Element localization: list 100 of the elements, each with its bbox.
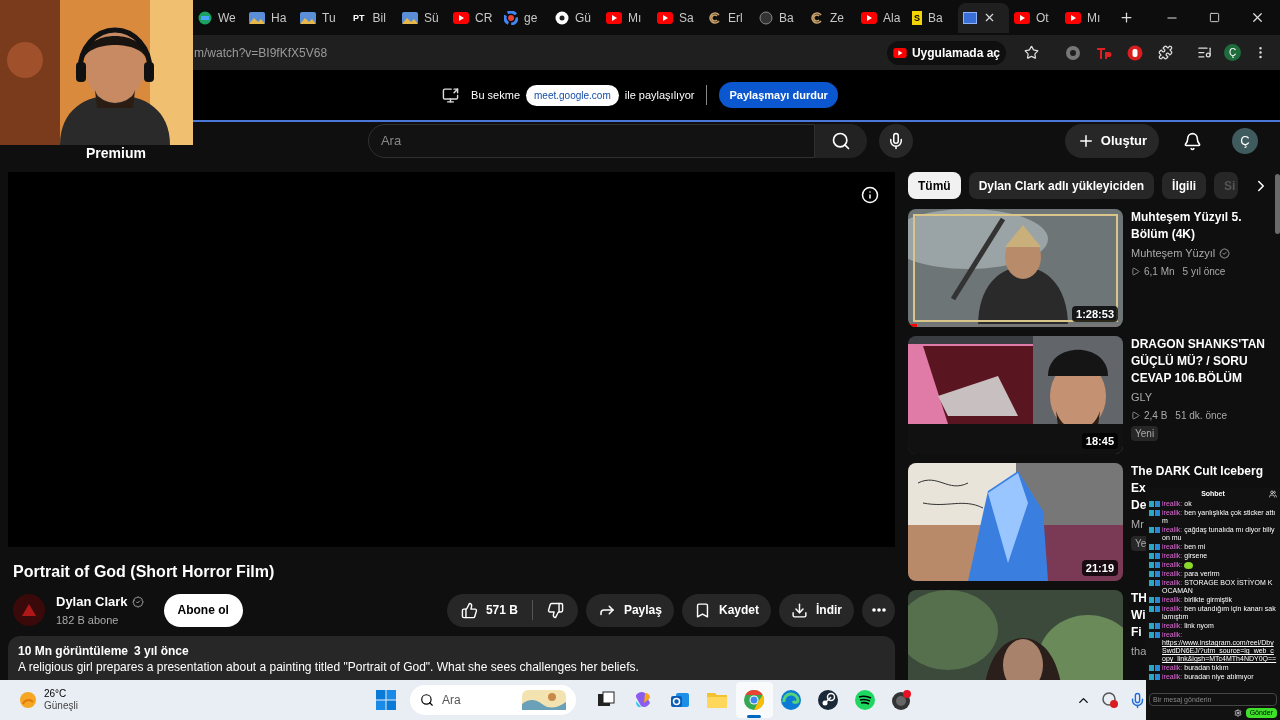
new-badge: Yeni (1131, 425, 1159, 441)
notifications-icon[interactable] (1183, 131, 1202, 151)
recommended-video-title[interactable]: CEVAP 106.BÖLÜM (1131, 370, 1242, 387)
channel-name[interactable]: Muhteşem Yüzyıl (1131, 245, 1216, 262)
channel-name[interactable]: Dylan Clark (56, 592, 128, 612)
recommended-video-title[interactable]: TH (1131, 590, 1147, 607)
search-icon (830, 131, 851, 151)
recommended-video-title[interactable]: De (1131, 497, 1147, 514)
recommended-video-title[interactable]: DRAGON SHANKS'TAN (1131, 336, 1265, 353)
recommended-video-title[interactable]: GÜÇLÜ MÜ? / SORU (1131, 353, 1248, 370)
user-badge-icon (1149, 553, 1160, 559)
user-badge-icon (1149, 665, 1160, 671)
channel-name[interactable]: GLY (1131, 389, 1153, 406)
browser-tab[interactable]: Erl (703, 2, 754, 33)
play-count-icon (1131, 410, 1140, 420)
recommended-video-title[interactable]: The DARK Cult Iceberg (1131, 463, 1263, 480)
subscribe-button[interactable]: Abone ol (163, 593, 243, 627)
open-in-app-button[interactable]: Uygulamada aç (886, 40, 1006, 65)
browser-tab[interactable]: Sa (652, 2, 703, 33)
video-play-icon (453, 11, 469, 24)
recommended-video-title[interactable]: Bölüm (4K) (1131, 226, 1195, 243)
media-control-icon[interactable] (1197, 45, 1212, 60)
recommended-video-title[interactable]: Wi (1131, 607, 1146, 624)
temperature: 26°C (44, 688, 68, 700)
sound-waves-icon (854, 689, 877, 711)
view-count: 2,4 B (1144, 408, 1168, 423)
settings-icon[interactable] (1233, 709, 1242, 717)
cloud-error-icon (1100, 691, 1119, 709)
browser-tab[interactable]: Ba (754, 2, 805, 33)
video-play-icon (606, 11, 622, 24)
stop-sharing-button[interactable]: Paylaşmayı durdur (719, 81, 838, 109)
profile-avatar[interactable]: Ç (1224, 44, 1241, 61)
swirl-icon (810, 10, 824, 25)
filter-chip[interactable]: Dylan Clark adlı yükleyiciden (968, 172, 1155, 199)
recommended-video-title[interactable]: Muhteşem Yüzyıl 5. (1131, 209, 1242, 226)
voice-search-button[interactable] (878, 124, 913, 158)
hand-icon[interactable] (1127, 44, 1143, 61)
browser-tab[interactable]: S Ba (907, 2, 958, 33)
browser-tab[interactable]: CR (448, 2, 499, 33)
recommended-video-title[interactable]: Fi (1131, 624, 1142, 641)
search-button[interactable] (814, 124, 867, 158)
tab-title: Ba (779, 9, 794, 27)
logo-subtitle: Premium (86, 146, 146, 160)
share-button[interactable]: Paylaş (585, 593, 674, 627)
browser-tab[interactable]: We (193, 2, 244, 33)
browser-tab[interactable]: Ala (856, 2, 907, 33)
tab-title: Ze (830, 9, 844, 27)
channel-name[interactable]: tha (1131, 643, 1147, 660)
tab-title: Ha (271, 9, 287, 27)
search-icon (419, 693, 434, 707)
tab-title: ge (524, 9, 538, 27)
browser-tab[interactable]: Mı (601, 2, 652, 33)
save-button[interactable]: Kaydet (682, 593, 771, 627)
recommended-video-title[interactable]: Ex (1131, 480, 1146, 497)
start-icon[interactable] (375, 690, 396, 710)
browser-tab[interactable]: Ha (244, 2, 295, 33)
address-field[interactable]: m/watch?v=BI9fKfX5V68 (194, 43, 328, 62)
download-button[interactable]: İndir (779, 593, 854, 627)
user-badge-icon (1149, 632, 1160, 638)
browser-tab[interactable]: PT Bil (346, 2, 397, 33)
description-box[interactable]: 10 Mn görüntüleme 3 yıl önce A religious girl prepares a presentation about a painting titled "Portrait of God". What she sees challenges her beliefs. (8, 636, 895, 680)
tab-title: Mı (1087, 9, 1101, 27)
create-button[interactable]: Oluştur (1064, 124, 1159, 158)
more-actions-button[interactable] (862, 593, 895, 627)
filter-chip[interactable]: Tümü (908, 172, 961, 199)
video-description: A religious girl prepares a presentation about a painting titled "Portrait of God". What she sees challenges her beliefs. (18, 659, 640, 675)
browser-tab[interactable]: Ot (1009, 2, 1060, 33)
close-icon[interactable] (1250, 10, 1265, 25)
bookmark-star-icon[interactable] (1024, 45, 1039, 60)
participants-icon[interactable] (1269, 489, 1277, 498)
subscriber-count: 182 B abone (56, 612, 120, 628)
channel-avatar[interactable] (13, 594, 45, 626)
browser-tab[interactable]: Sü (397, 2, 448, 33)
new-tab-icon[interactable] (1119, 10, 1134, 25)
upload-age: 3 yıl önce (134, 643, 189, 659)
share-text: ile paylaşılıyor (624, 87, 695, 103)
wave-logo-icon (780, 689, 803, 711)
channel-name[interactable]: Mr (1131, 516, 1144, 533)
browser-tab[interactable]: ge (499, 2, 550, 33)
close-icon[interactable] (983, 11, 996, 24)
user-badge-icon (1149, 623, 1160, 629)
restore-icon[interactable] (1209, 12, 1220, 23)
user-badge-icon (1149, 606, 1160, 612)
browser-tab[interactable]: Mı (1060, 2, 1111, 33)
landscape-icon (300, 11, 316, 24)
extension-icon[interactable] (1096, 45, 1112, 60)
browser-tab[interactable]: Gü (550, 2, 601, 33)
extensions-icon[interactable] (1158, 45, 1173, 60)
letter-circle-icon[interactable] (1065, 44, 1081, 61)
like-button[interactable]: 571 B (446, 601, 532, 619)
search-field[interactable]: Ara (367, 124, 815, 158)
info-icon[interactable] (861, 186, 879, 204)
taskbar-search-field[interactable]: Ara (409, 685, 576, 715)
browser-tab[interactable]: Tu (295, 2, 346, 33)
browser-tab[interactable] (958, 2, 1009, 33)
thumbs-down-icon (546, 601, 564, 619)
filter-chip[interactable]: İlgili (1162, 172, 1207, 199)
profile-avatar[interactable]: Ç (1232, 128, 1258, 154)
browser-tab[interactable]: Ze (805, 2, 856, 33)
landscape-icon (249, 11, 265, 24)
